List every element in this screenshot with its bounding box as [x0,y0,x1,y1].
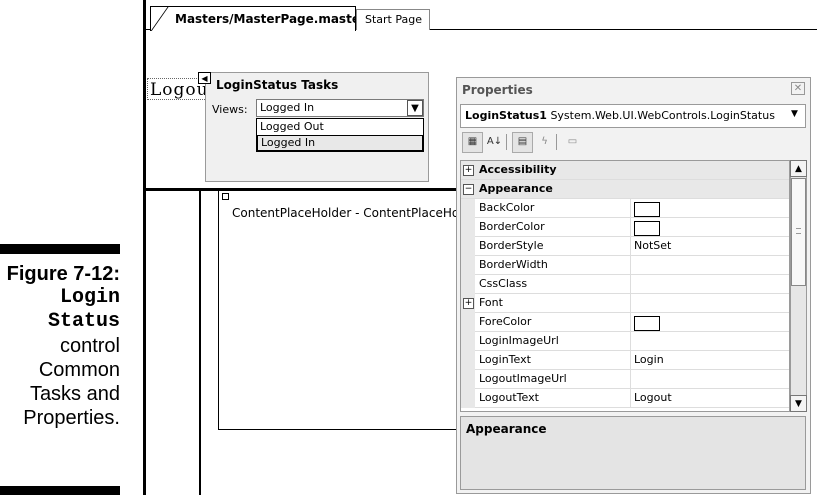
tab-start-page[interactable]: Start Page [356,9,430,30]
views-dropdown[interactable]: Logged In [256,99,424,117]
caption-line-2: Common [38,359,120,381]
property-name: BorderColor [479,220,545,233]
property-row[interactable]: BorderWidth [461,256,789,275]
views-label: Views: [212,103,248,116]
views-dropdown-list: Logged Out Logged In [256,118,424,152]
property-name: LogoutText [479,391,539,404]
property-name: LoginImageUrl [479,334,559,347]
content-placeholder[interactable] [218,190,460,430]
property-name: Font [479,296,503,309]
scroll-down-icon[interactable]: ▼ [790,395,807,412]
row-gutter [461,370,475,389]
category-name: Appearance [479,182,553,195]
color-swatch[interactable] [634,316,660,331]
color-swatch[interactable] [634,202,660,217]
caption-line-3: Tasks and [29,383,120,405]
tab-master-page[interactable]: Masters/MasterPage.master* [150,6,372,31]
property-name: LogoutImageUrl [479,372,567,385]
properties-title: Properties [462,83,533,97]
column-divider [630,237,631,256]
property-value[interactable]: Logout [634,391,672,404]
properties-toolbar: ▦ A↓ ▤ ϟ ▭ [460,132,806,157]
object-selector[interactable]: LoginStatus1 System.Web.UI.WebControls.L… [460,104,806,128]
views-option-logged-out[interactable]: Logged Out [257,120,423,136]
property-name: BackColor [479,201,535,214]
description-title: Appearance [466,422,547,436]
content-placeholder-label: ContentPlaceHolder - ContentPlaceHolder1 [232,206,491,220]
caption-code-status: Status [47,310,120,333]
property-row[interactable]: LoginImageUrl [461,332,789,351]
property-category-row[interactable]: + Accessibility [461,161,789,180]
property-name: BorderStyle [479,239,544,252]
property-row[interactable]: BackColor [461,199,789,218]
property-value[interactable]: Login [634,353,664,366]
properties-icon[interactable]: ▤ [512,132,533,153]
property-pages-icon[interactable]: ▭ [562,132,583,153]
column-divider [630,370,631,389]
row-gutter [461,275,475,294]
row-gutter [461,313,475,332]
row-gutter [461,237,475,256]
property-row[interactable]: + Font [461,294,789,313]
row-gutter [461,332,475,351]
caption-code-login: Login [59,286,120,309]
category-name: Accessibility [479,163,557,176]
row-gutter [461,256,475,275]
column-divider [630,256,631,275]
views-option-logged-in[interactable]: Logged In [257,135,423,151]
scrollbar-grip [796,228,801,234]
row-gutter [461,351,475,370]
column-divider [630,332,631,351]
figure-caption: Figure 7-12: Login Status control Common… [0,262,120,430]
collapse-icon[interactable]: − [463,184,474,195]
color-swatch[interactable] [634,221,660,236]
caption-rule-top [0,244,120,254]
row-gutter [461,199,475,218]
expand-icon[interactable]: + [463,298,474,309]
property-name: CssClass [479,277,528,290]
content-placeholder-tag-icon [222,193,229,200]
caption-heading: Figure 7-12: [6,263,120,285]
object-name: LoginStatus1 [465,109,547,122]
property-row[interactable]: LogoutImageUrl [461,370,789,389]
toolbar-separator [556,134,557,150]
toolbar-separator [506,134,507,150]
column-divider [630,389,631,408]
caption-rule-bottom [0,486,120,495]
column-divider [630,275,631,294]
property-name: LoginText [479,353,531,366]
events-icon[interactable]: ϟ [534,132,555,153]
property-row[interactable]: LoginText Login [461,351,789,370]
alphabetical-icon[interactable]: A↓ [484,132,505,153]
property-row[interactable]: BorderStyle NotSet [461,237,789,256]
expand-icon[interactable]: + [463,165,474,176]
column-divider [630,218,631,237]
property-row[interactable]: BorderColor [461,218,789,237]
property-category-row[interactable]: − Appearance [461,180,789,199]
property-row[interactable]: LogoutText Logout [461,389,789,408]
scroll-up-icon[interactable]: ▲ [790,160,807,177]
row-gutter [461,389,475,408]
column-divider [630,313,631,332]
property-grid: + Accessibility − Appearance BackColor Border… [460,160,790,412]
object-selector-arrow-icon[interactable]: ▼ [791,109,798,119]
column-divider [630,294,631,313]
row-gutter [461,218,475,237]
column-divider [630,351,631,370]
caption-line-1: control [59,335,120,357]
chevron-down-icon[interactable]: ▼ [407,100,423,116]
column-divider [630,199,631,218]
property-row[interactable]: ForeColor [461,313,789,332]
property-name: ForeColor [479,315,532,328]
property-name: BorderWidth [479,258,548,271]
property-row[interactable]: CssClass [461,275,789,294]
caption-line-4: Properties. [23,407,120,429]
tasks-panel-title: LoginStatus Tasks [216,78,339,92]
close-icon[interactable]: ✕ [791,82,805,95]
master-left-column-border [199,190,201,495]
object-type: System.Web.UI.WebControls.LoginStatus [550,109,775,122]
categorized-icon[interactable]: ▦ [462,132,483,153]
smart-tag-collapse-icon[interactable]: ◀ [198,72,211,84]
property-value[interactable]: NotSet [634,239,671,252]
